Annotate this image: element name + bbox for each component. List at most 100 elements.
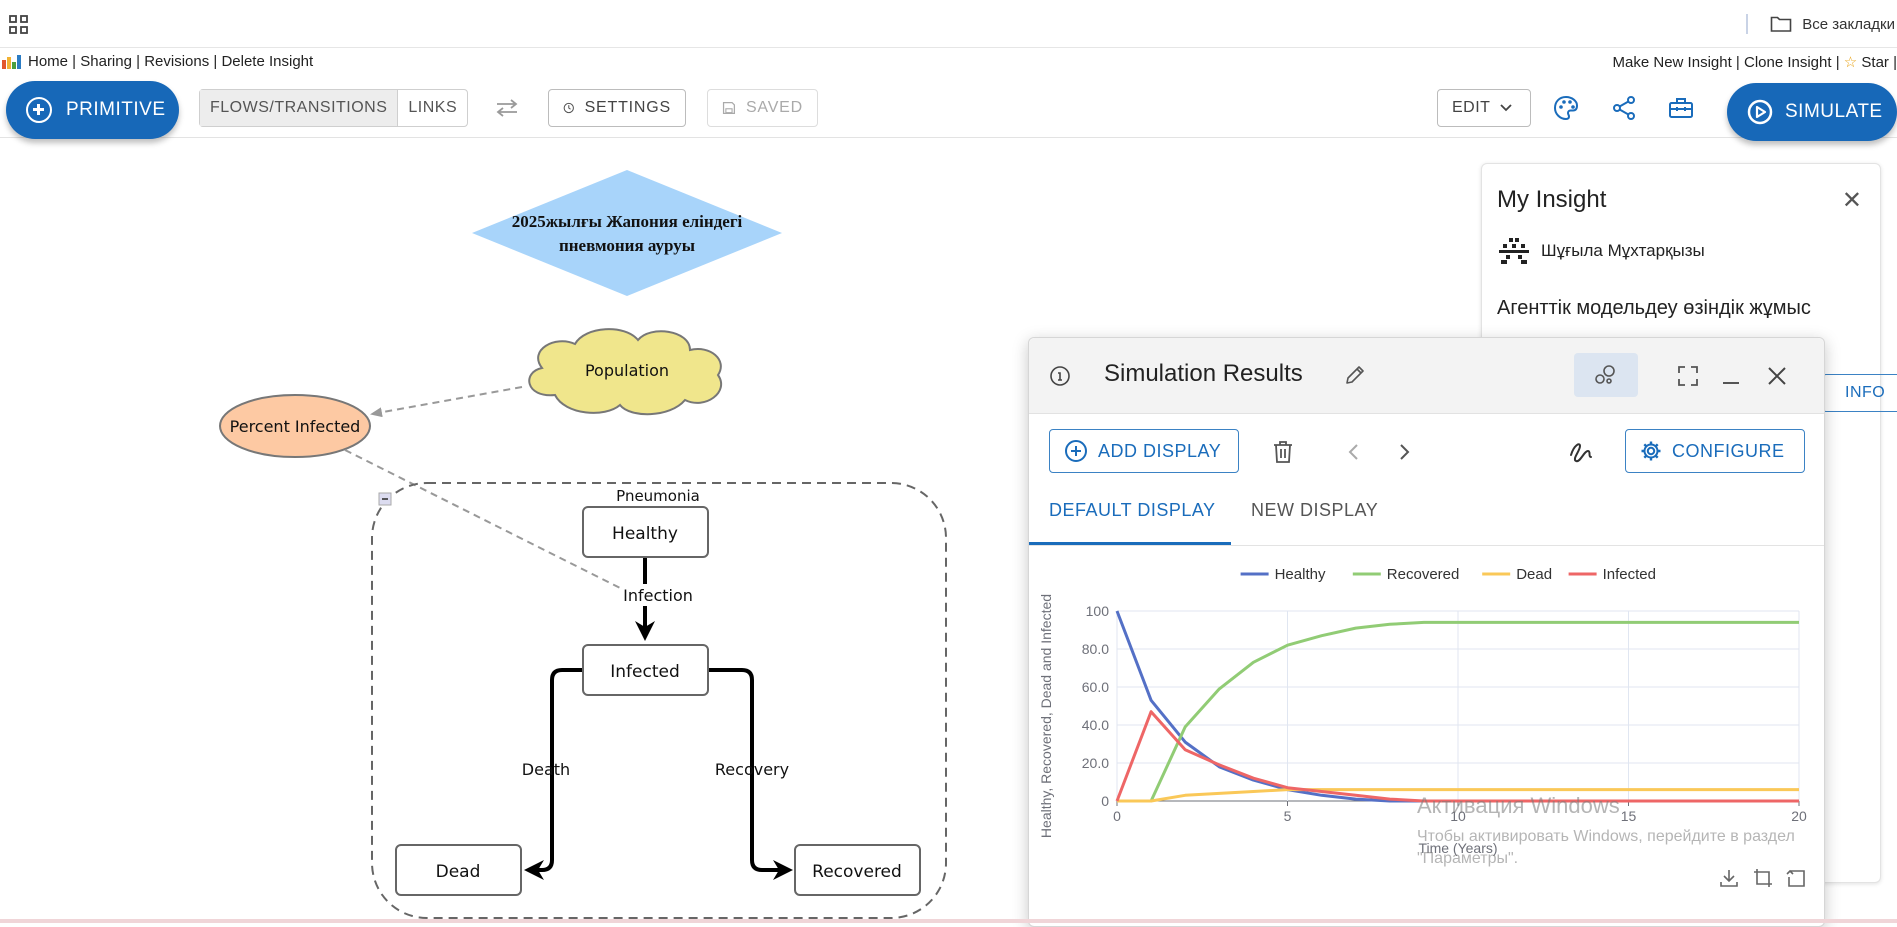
swap-arrows-icon[interactable] bbox=[494, 98, 520, 118]
y-tick-label: 80.0 bbox=[1082, 641, 1109, 657]
x-tick-label: 15 bbox=[1621, 808, 1637, 824]
edit-label: EDIT bbox=[1452, 99, 1491, 116]
links-button[interactable]: LINKS bbox=[398, 90, 467, 126]
activation-line-2: "Параметры". bbox=[1417, 850, 1519, 867]
tab-new-display[interactable]: NEW DISPLAY bbox=[1251, 500, 1378, 521]
windows-activation-title: Активация Windows bbox=[1417, 793, 1620, 818]
settings-button[interactable]: SETTINGS bbox=[548, 89, 686, 127]
title-line-2: пневмония ауруы bbox=[559, 236, 695, 255]
infected-label: Infected bbox=[610, 662, 680, 682]
x-tick-label: 20 bbox=[1791, 808, 1807, 824]
y-tick-label: 40.0 bbox=[1082, 717, 1109, 733]
add-circle-icon bbox=[26, 97, 52, 123]
primitive-label: PRIMITIVE bbox=[66, 99, 166, 120]
divider bbox=[1746, 14, 1749, 34]
primitive-button[interactable]: PRIMITIVE bbox=[6, 81, 179, 139]
apps-grid-icon[interactable] bbox=[8, 14, 30, 36]
zoom-area-icon[interactable] bbox=[1753, 868, 1773, 888]
star-icon[interactable]: ☆ bbox=[1844, 54, 1857, 71]
chevron-left-icon[interactable] bbox=[1347, 443, 1361, 461]
saved-label: SAVED bbox=[745, 99, 803, 116]
author-name: Шұғыла Мұхтарқызы bbox=[1541, 241, 1705, 260]
simulation-header[interactable]: Simulation Results bbox=[1029, 338, 1824, 414]
insight-link-row: Home | Sharing | Revisions | Delete Insi… bbox=[0, 50, 1897, 76]
insight-description: Агенттік модельдеу өзіндік жұмыс bbox=[1497, 297, 1811, 319]
y-tick-label: 100 bbox=[1086, 603, 1110, 619]
all-bookmarks[interactable]: Все закладки bbox=[1746, 12, 1897, 36]
recovery-label: Recovery bbox=[715, 760, 789, 779]
add-circle-icon bbox=[1065, 440, 1087, 462]
x-tick-label: 0 bbox=[1113, 808, 1121, 824]
gear-icon bbox=[1641, 441, 1661, 461]
infection-label: Infection bbox=[623, 586, 693, 605]
trash-icon[interactable] bbox=[1272, 440, 1294, 464]
all-bookmarks-label: Все закладки bbox=[1802, 15, 1895, 33]
close-icon[interactable]: ✕ bbox=[1842, 186, 1862, 215]
scribble-icon[interactable] bbox=[1568, 439, 1594, 465]
download-icon[interactable] bbox=[1719, 868, 1739, 888]
star-link[interactable]: Star bbox=[1861, 54, 1889, 71]
simulation-title: Simulation Results bbox=[1104, 360, 1303, 387]
palette-icon[interactable] bbox=[1553, 95, 1579, 121]
legend-label: Dead bbox=[1516, 566, 1552, 583]
folder-label: Pneumonia bbox=[616, 487, 700, 505]
tab-default-display[interactable]: DEFAULT DISPLAY bbox=[1049, 500, 1216, 521]
info-icon[interactable] bbox=[1049, 365, 1071, 387]
population-label: Population bbox=[585, 361, 669, 380]
share-icon[interactable] bbox=[1612, 95, 1636, 121]
saved-button[interactable]: SAVED bbox=[707, 89, 818, 127]
edit-dropdown[interactable]: EDIT bbox=[1437, 89, 1531, 127]
close-icon[interactable] bbox=[1766, 365, 1788, 387]
bubbles-toggle-button[interactable] bbox=[1574, 353, 1638, 397]
insightmaker-logo-icon bbox=[2, 54, 21, 69]
legend-label: Healthy bbox=[1275, 566, 1326, 583]
windows-activation-text: Чтобы активировать Windows, перейдите в … bbox=[1417, 826, 1887, 870]
sharing-link[interactable]: Sharing bbox=[80, 53, 132, 70]
clone-insight-link[interactable]: Clone Insight bbox=[1744, 54, 1832, 71]
fullscreen-icon[interactable] bbox=[1677, 365, 1699, 387]
bookmarks-bar: Все закладки bbox=[0, 0, 1897, 48]
population-link[interactable] bbox=[370, 386, 523, 418]
connection-type-toggle: FLOWS/TRANSITIONS LINKS bbox=[199, 89, 469, 127]
bottom-strip bbox=[0, 919, 1897, 923]
simulate-label: SIMULATE bbox=[1785, 101, 1883, 122]
insight-author[interactable]: Шұғыла Мұхтарқызы bbox=[1497, 236, 1705, 266]
toolbox-icon[interactable] bbox=[1668, 96, 1694, 120]
tabs-divider bbox=[1029, 545, 1824, 546]
chevron-right-icon[interactable] bbox=[1397, 443, 1411, 461]
y-tick-label: 20.0 bbox=[1082, 755, 1109, 771]
title-line-1: 2025жылғы Жапония еліндегі bbox=[512, 212, 743, 231]
play-circle-icon bbox=[1747, 99, 1773, 125]
minimize-icon[interactable] bbox=[1720, 365, 1742, 387]
y-axis-label: Healthy, Recovered, Dead and Infected bbox=[1038, 594, 1054, 838]
add-display-button[interactable]: ADD DISPLAY bbox=[1049, 429, 1239, 473]
configure-label: CONFIGURE bbox=[1672, 440, 1785, 461]
bubbles-icon bbox=[1595, 365, 1615, 384]
title-diamond[interactable] bbox=[472, 170, 782, 296]
pencil-icon[interactable] bbox=[1344, 364, 1366, 386]
settings-label: SETTINGS bbox=[584, 99, 671, 116]
recovered-label: Recovered bbox=[812, 862, 902, 882]
make-new-insight-link[interactable]: Make New Insight bbox=[1613, 54, 1732, 71]
insight-title: My Insight bbox=[1497, 186, 1607, 213]
death-label: Death bbox=[522, 760, 570, 779]
configure-button[interactable]: CONFIGURE bbox=[1625, 429, 1805, 473]
healthy-label: Healthy bbox=[612, 524, 678, 544]
chevron-down-icon bbox=[1500, 104, 1513, 112]
home-link[interactable]: Home bbox=[28, 53, 68, 70]
toolbar: PRIMITIVE FLOWS/TRANSITIONS LINKS SETTIN… bbox=[0, 78, 1897, 141]
info-button[interactable]: INFO bbox=[1822, 374, 1897, 412]
clock-icon bbox=[563, 102, 574, 114]
legend-label: Infected bbox=[1603, 566, 1656, 583]
flows-transitions-button[interactable]: FLOWS/TRANSITIONS bbox=[200, 90, 399, 126]
percent-infected-label: Percent Infected bbox=[230, 417, 361, 436]
zoom-reset-icon[interactable] bbox=[1786, 868, 1806, 888]
legend-label: Recovered bbox=[1387, 566, 1460, 583]
y-tick-label: 60.0 bbox=[1082, 679, 1109, 695]
delete-insight-link[interactable]: Delete Insight bbox=[221, 53, 313, 70]
x-tick-label: 5 bbox=[1284, 808, 1292, 824]
author-avatar-icon bbox=[1499, 238, 1529, 264]
add-display-label: ADD DISPLAY bbox=[1098, 440, 1222, 461]
revisions-link[interactable]: Revisions bbox=[144, 53, 209, 70]
simulate-button[interactable]: SIMULATE bbox=[1727, 83, 1897, 141]
